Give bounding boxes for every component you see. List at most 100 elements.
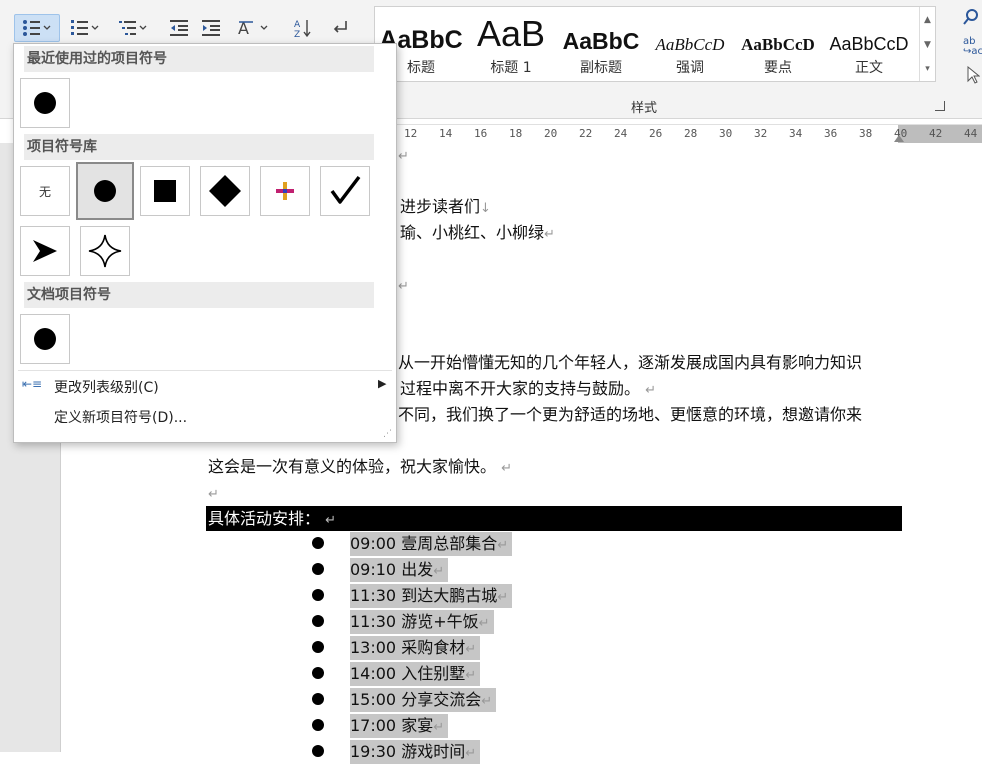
style-subtitle[interactable]: AaBbC 副标题 xyxy=(557,7,645,81)
paragraph-mark-icon: ↵ xyxy=(478,616,490,631)
schedule-item-label: 09:10 出发 xyxy=(350,560,434,579)
bullet-dot-icon xyxy=(312,667,324,679)
resize-grip-icon[interactable]: ⋰ xyxy=(383,429,392,439)
schedule-item-label: 14:00 入住别墅 xyxy=(350,664,466,683)
doc-line: ↵ xyxy=(398,149,409,164)
submenu-arrow-icon: ▶ xyxy=(378,377,387,390)
ruler-number: 34 xyxy=(789,127,803,140)
schedule-item-label: 09:00 壹周总部集合 xyxy=(350,534,498,553)
indent-marker[interactable] xyxy=(894,135,904,142)
ruler-number: 44 xyxy=(964,127,978,140)
ruler-number: 26 xyxy=(649,127,663,140)
style-name: 强调 xyxy=(676,60,704,76)
bullet-checkmark[interactable] xyxy=(320,166,370,216)
recent-bullets-header: 最近使用过的项目符号 xyxy=(24,46,374,72)
bullet-dot-icon xyxy=(312,589,324,601)
bullet-four-point-star[interactable] xyxy=(80,226,130,276)
colored-cross-bullet-icon xyxy=(276,182,294,200)
style-normal[interactable]: AaBbCcD 正文 xyxy=(823,7,915,81)
ruler-number: 24 xyxy=(614,127,628,140)
ruler-number: 18 xyxy=(509,127,523,140)
style-name: 正文 xyxy=(855,60,883,76)
document-bullets-header: 文档项目符号 xyxy=(24,282,374,308)
bullets-icon xyxy=(23,20,51,36)
diamond-bullet-icon xyxy=(209,175,241,207)
gallery-more-button[interactable]: ▾ xyxy=(919,57,935,81)
style-emphasis[interactable]: AaBbCcD 强调 xyxy=(647,7,733,81)
ruler-number: 38 xyxy=(859,127,873,140)
sort-button[interactable]: A Z xyxy=(290,14,316,42)
paragraph-mark-icon: ↵ xyxy=(497,538,509,553)
style-sample: AaBbCcD xyxy=(829,34,909,54)
bullet-arrowhead[interactable] xyxy=(20,226,70,276)
svg-text:Z: Z xyxy=(294,30,300,38)
paragraph-mark-icon: ↵ xyxy=(465,746,477,761)
bullet-filled-square[interactable] xyxy=(140,166,190,216)
styles-group-label: 样式 xyxy=(631,101,658,116)
doc-line: ↵ xyxy=(208,487,219,502)
schedule-item-text: 13:00 采购食材↵ xyxy=(350,636,481,660)
recent-bullet-filled-circle[interactable] xyxy=(20,78,70,128)
schedule-item-label: 17:00 家宴 xyxy=(350,716,434,735)
horizontal-ruler[interactable]: 12 14 16 18 20 22 24 26 28 30 32 34 36 38 40 42 44 xyxy=(396,124,982,144)
bullets-button[interactable] xyxy=(14,14,60,42)
style-sample: AaBbCcD xyxy=(741,35,815,54)
style-name: 标题 1 xyxy=(490,60,532,76)
change-list-level-label: 更改列表级别(C) xyxy=(54,380,159,396)
bullet-dot-icon xyxy=(312,745,324,757)
find-icon[interactable] xyxy=(962,8,980,26)
paragraph-mark-icon: ↵ xyxy=(481,694,493,709)
paragraph-mark-icon xyxy=(333,21,347,33)
bullet-dot-icon xyxy=(312,537,324,549)
bullet-none[interactable]: 无 xyxy=(20,166,70,216)
define-new-bullet-label: 定义新项目符号(D)... xyxy=(54,410,188,426)
schedule-item-label: 11:30 游览+午饭 xyxy=(350,612,479,631)
style-sample: AaB xyxy=(476,13,546,54)
ruler-number: 28 xyxy=(684,127,698,140)
schedule-item-text: 09:10 出发↵ xyxy=(350,558,449,582)
sort-icon: A Z xyxy=(294,20,311,38)
gallery-scroll-down[interactable]: ▼ xyxy=(919,32,935,57)
multilevel-list-icon xyxy=(119,21,147,35)
paragraph-mark-icon: ↵ xyxy=(433,720,445,735)
define-new-bullet-item[interactable]: 定义新项目符号(D)... xyxy=(14,404,396,428)
style-heading1[interactable]: AaB 标题 1 xyxy=(467,7,555,81)
bullet-dot-icon xyxy=(312,719,324,731)
filled-circle-bullet-icon xyxy=(34,328,56,350)
bullet-dot-icon xyxy=(312,693,324,705)
multilevel-list-button[interactable] xyxy=(112,14,154,42)
schedule-item-label: 13:00 采购食材 xyxy=(350,638,466,657)
bullet-filled-circle[interactable] xyxy=(76,162,134,220)
numbering-button[interactable] xyxy=(64,14,106,42)
svg-text:A: A xyxy=(294,20,301,30)
decrease-indent-button[interactable] xyxy=(166,14,192,42)
style-strong[interactable]: AaBbCcD 要点 xyxy=(735,7,821,81)
bullet-library-header: 项目符号库 xyxy=(24,134,374,160)
bullet-library-dropdown: 最近使用过的项目符号 项目符号库 无 文档项目符号 ⇤≡ 更改列表级别(C) ▶… xyxy=(13,43,397,443)
show-formatting-button[interactable] xyxy=(326,14,354,42)
increase-indent-button[interactable] xyxy=(198,14,224,42)
gallery-scroll-up[interactable]: ▲ xyxy=(919,7,935,32)
bullet-colored-cross[interactable] xyxy=(260,166,310,216)
select-icon[interactable] xyxy=(966,66,980,84)
dialog-launcher-icon[interactable] xyxy=(935,101,945,111)
document-bullet-filled-circle[interactable] xyxy=(20,314,70,364)
change-list-level-item[interactable]: ⇤≡ 更改列表级别(C) ▶ xyxy=(14,374,396,398)
bullet-diamond[interactable] xyxy=(200,166,250,216)
ruler-number: 14 xyxy=(439,127,453,140)
style-sample: AaBbC xyxy=(562,28,640,54)
doc-line: 不同，我们换了一个更为舒适的场地、更惬意的环境，想邀请你来 xyxy=(398,405,863,424)
schedule-heading: 具体活动安排： ↵ xyxy=(208,509,337,528)
ruler-number: 20 xyxy=(544,127,558,140)
doc-line: ↵ xyxy=(398,279,409,294)
filled-circle-bullet-icon xyxy=(34,92,56,114)
filled-circle-bullet-icon xyxy=(94,180,116,202)
ruler-number: 12 xyxy=(404,127,418,140)
styles-gallery: AaBbC 标题 AaB 标题 1 AaBbC 副标题 AaBbCcD 强调 A… xyxy=(374,6,936,82)
ruler-number: 30 xyxy=(719,127,733,140)
ruler-number: 22 xyxy=(579,127,593,140)
schedule-item-text: 11:30 到达大鹏古城↵ xyxy=(350,584,513,608)
text-effects-button[interactable]: A xyxy=(234,14,274,42)
replace-icon[interactable]: ab ↪ac xyxy=(963,37,982,57)
numbering-icon xyxy=(71,20,99,35)
